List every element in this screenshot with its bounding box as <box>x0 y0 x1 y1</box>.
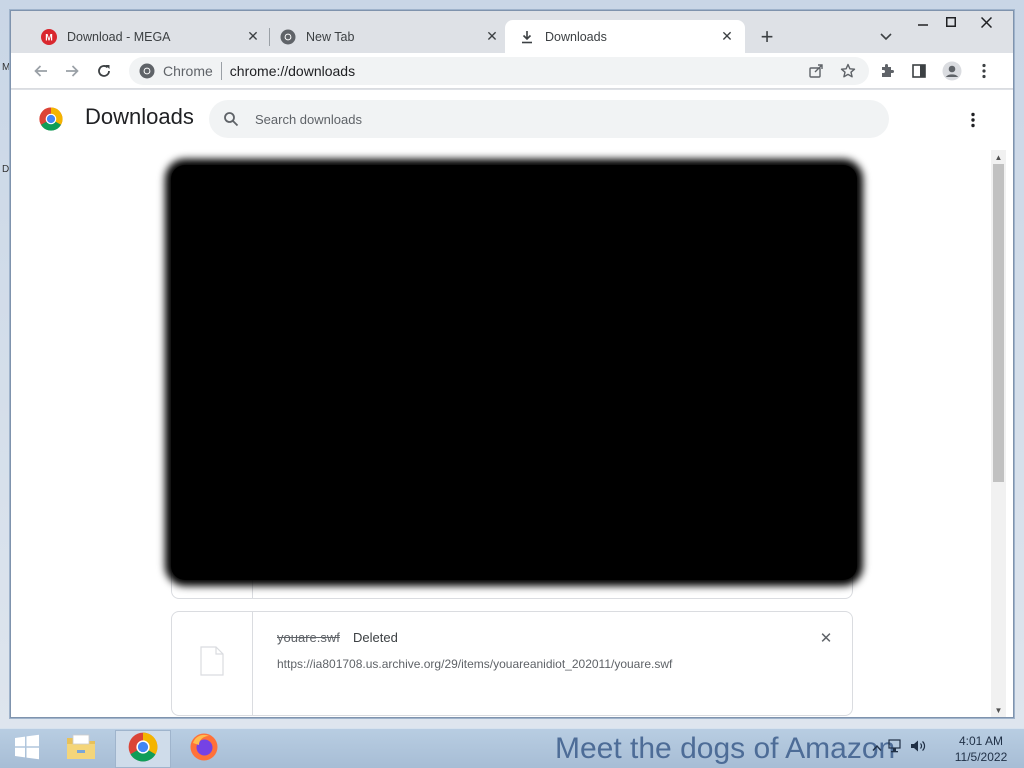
browser-toolbar: Chrome chrome://downloads <box>11 53 1013 89</box>
file-source-url[interactable]: https://ia801708.us.archive.org/29/items… <box>277 657 672 671</box>
scroll-up-arrow-icon[interactable]: ▲ <box>991 150 1006 164</box>
close-tab-icon[interactable]: ✕ <box>482 27 502 47</box>
minimize-icon[interactable] <box>909 11 937 33</box>
remove-from-list-icon[interactable]: ✕ <box>816 628 836 648</box>
redacted-region <box>171 165 857 580</box>
scroll-thumb[interactable] <box>993 164 1004 482</box>
share-icon[interactable] <box>802 57 830 85</box>
download-icon <box>519 29 535 45</box>
search-downloads-input[interactable] <box>255 111 855 127</box>
browser-window: M Download - MEGA ✕ New Tab ✕ Downloads … <box>10 10 1014 718</box>
site-label: Chrome <box>163 63 213 79</box>
svg-text:M: M <box>45 32 53 42</box>
site-info[interactable]: Chrome <box>129 63 213 79</box>
download-status: Deleted <box>353 630 398 645</box>
bookmark-star-icon[interactable] <box>834 57 862 85</box>
page-title: Downloads <box>85 104 194 129</box>
search-box[interactable] <box>209 100 889 138</box>
tab-download-mega[interactable]: M Download - MEGA ✕ <box>15 20 271 53</box>
downloads-menu-icon[interactable] <box>961 108 985 132</box>
taskbar-chrome[interactable] <box>115 730 171 768</box>
tab-title: Downloads <box>545 29 607 44</box>
taskbar: Meet the dogs of Amazon 4:01 AM 11/5/202… <box>0 728 1024 768</box>
download-item-card: youare.swf Deleted https://ia801708.us.a… <box>171 611 853 716</box>
tab-title: New Tab <box>306 29 355 44</box>
chrome-icon <box>280 29 296 45</box>
back-arrow-icon[interactable] <box>27 57 55 85</box>
file-icon <box>200 646 224 681</box>
chrome-logo-icon <box>39 107 63 131</box>
search-icon <box>221 109 241 129</box>
taskbar-file-explorer[interactable] <box>54 730 108 768</box>
tab-strip: M Download - MEGA ✕ New Tab ✕ Downloads … <box>11 11 1013 53</box>
reload-icon[interactable] <box>90 57 118 85</box>
page-scrollbar[interactable]: ▲ ▼ <box>991 150 1006 717</box>
tray-expand-icon[interactable] <box>872 741 882 755</box>
address-bar[interactable]: Chrome chrome://downloads <box>129 57 869 85</box>
clock-time: 4:01 AM <box>958 734 1004 748</box>
mega-icon: M <box>41 28 57 45</box>
volume-icon[interactable] <box>910 739 926 756</box>
extensions-puzzle-icon[interactable] <box>873 57 901 85</box>
clock-date: 11/5/2022 <box>954 750 1008 764</box>
file-explorer-icon <box>65 733 97 766</box>
windows-start-button[interactable] <box>0 730 54 768</box>
tab-title: Download - MEGA <box>67 29 171 44</box>
network-icon[interactable] <box>888 739 904 756</box>
close-window-icon[interactable] <box>972 11 1000 33</box>
tab-downloads[interactable]: Downloads ✕ <box>505 20 745 53</box>
firefox-icon <box>189 732 219 767</box>
url-text[interactable]: chrome://downloads <box>230 63 355 79</box>
close-tab-icon[interactable]: ✕ <box>717 27 737 47</box>
maximize-icon[interactable] <box>937 11 965 33</box>
search-highlight-banner[interactable]: Meet the dogs of Amazon <box>555 732 895 766</box>
file-name-link[interactable]: youare.swf <box>277 630 340 645</box>
tab-new-tab[interactable]: New Tab ✕ <box>254 20 510 53</box>
chrome-icon <box>139 63 155 79</box>
downloads-page: Downloads youare.swf Delet <box>11 90 1013 717</box>
chrome-icon <box>128 732 158 767</box>
scroll-down-arrow-icon[interactable]: ▼ <box>991 703 1006 717</box>
system-tray <box>872 739 926 756</box>
new-tab-button[interactable]: + <box>755 24 779 49</box>
forward-arrow-icon[interactable] <box>58 57 86 85</box>
taskbar-clock[interactable]: 4:01 AM 11/5/2022 <box>948 733 1014 765</box>
browser-menu-icon[interactable] <box>970 57 998 85</box>
taskbar-firefox[interactable] <box>177 730 231 768</box>
file-icon-column <box>172 612 253 715</box>
windows-start-icon <box>14 734 40 765</box>
desktop-fragment: D <box>2 164 10 175</box>
tab-search-icon[interactable] <box>875 26 897 48</box>
side-panel-icon[interactable] <box>905 57 933 85</box>
omnibox-divider <box>220 62 222 80</box>
downloads-header: Downloads <box>11 90 1013 150</box>
profile-avatar-icon[interactable] <box>938 57 966 85</box>
